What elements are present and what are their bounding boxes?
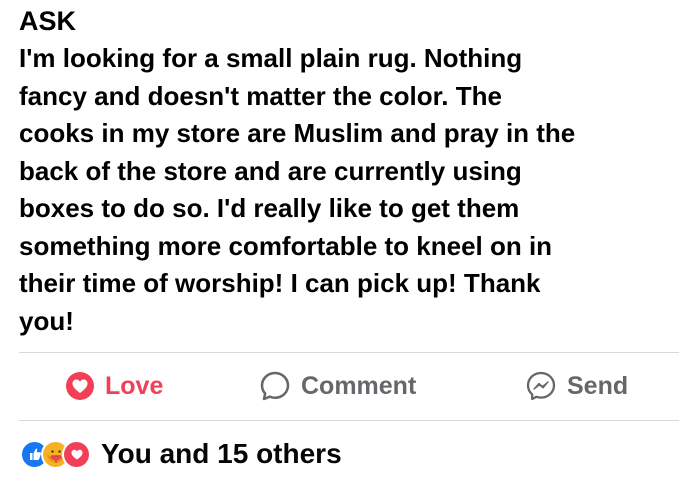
post-body-line: back of the store and are currently usin… (19, 155, 522, 186)
comment-icon (259, 370, 291, 402)
messenger-icon (525, 370, 557, 402)
heart-icon (65, 371, 95, 401)
send-button[interactable]: Send (525, 367, 628, 405)
post-body-line: cooks in my store are Muslim and pray in… (19, 118, 576, 148)
post-body-line: fancy and doesn't matter the color. The (19, 80, 502, 111)
post-body-line: you! (19, 305, 74, 336)
post-body-line: something more comfortable to kneel on i… (19, 230, 553, 261)
love-label: Love (105, 371, 164, 400)
send-label: Send (567, 371, 629, 400)
divider (19, 420, 679, 421)
post-tag: ASK (19, 6, 77, 36)
comment-button[interactable]: Comment (259, 367, 416, 405)
post-card: ASK I'm looking for a small plain rug. N… (0, 0, 700, 487)
reactions-count: You and 15 others (101, 438, 342, 469)
post-body-line: their time of worship! I can pick up! Th… (19, 268, 541, 298)
action-bar: Love Comment Send (0, 353, 700, 420)
reactions-summary[interactable]: You and 15 others (20, 436, 342, 472)
reaction-icons (20, 439, 91, 469)
post-body: I'm looking for a small plain rug. Nothi… (19, 40, 669, 340)
love-button[interactable]: Love (65, 367, 163, 405)
post-body-line: boxes to do so. I'd really like to get t… (19, 193, 520, 223)
love-reaction-icon (62, 439, 91, 469)
post-body-line: I'm looking for a small plain rug. Nothi… (19, 43, 523, 73)
comment-label: Comment (301, 371, 417, 400)
